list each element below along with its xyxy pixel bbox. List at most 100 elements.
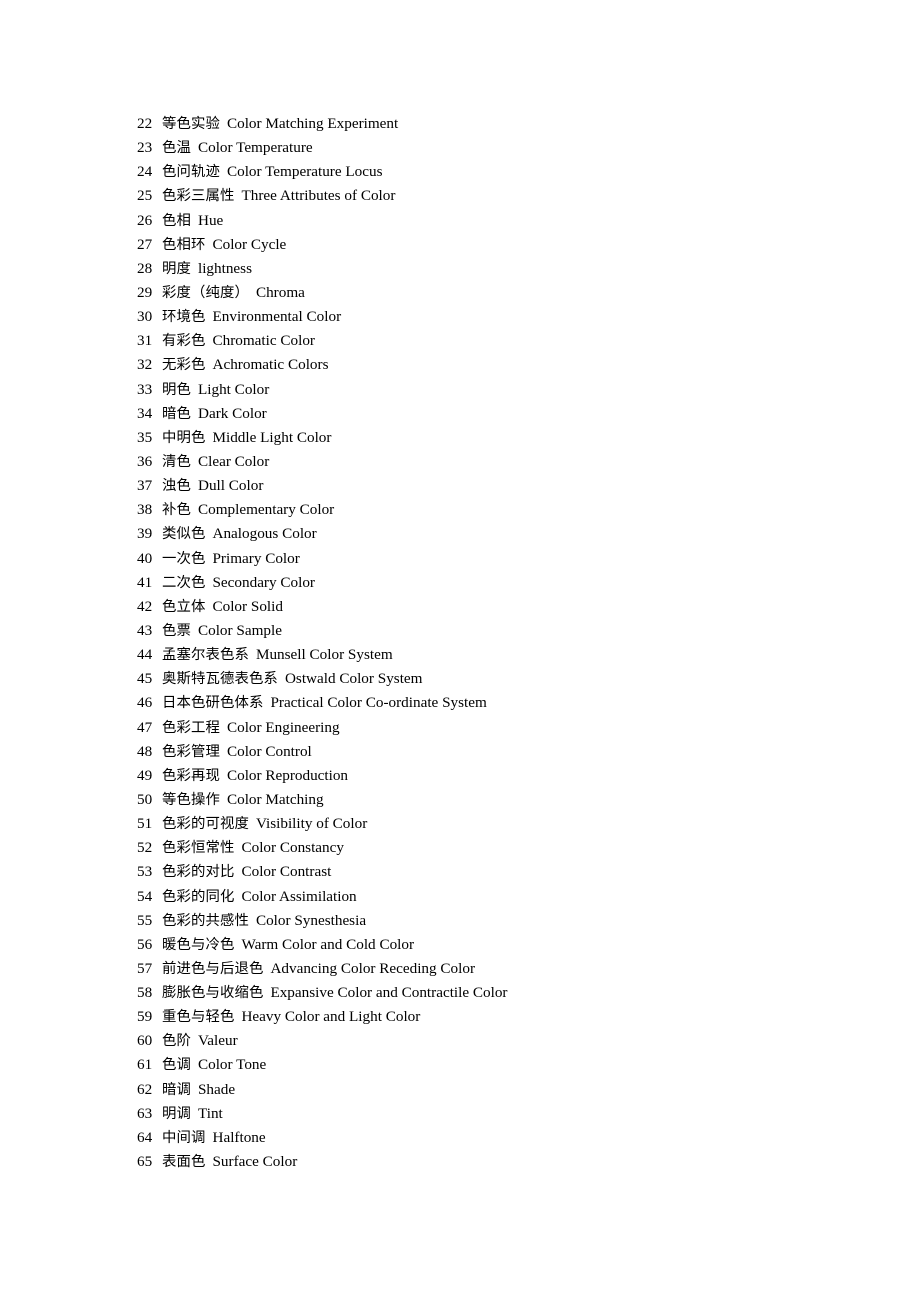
entry-term-chinese: 环境色 bbox=[162, 309, 206, 326]
entry-term-english: Color Contrast bbox=[241, 863, 332, 881]
entry-number: 64 bbox=[137, 1128, 153, 1146]
glossary-entry: 22 等色实验 Color Matching Experiment bbox=[137, 112, 877, 136]
glossary-entry: 62 暗调 Shade bbox=[137, 1078, 877, 1102]
glossary-entry: 52 色彩恒常性 Color Constancy bbox=[137, 836, 877, 860]
glossary-entry: 47 色彩工程 Color Engineering bbox=[137, 716, 877, 740]
entry-term-english: Advancing Color Receding Color bbox=[270, 959, 476, 977]
entry-number: 31 bbox=[137, 332, 153, 350]
entry-number: 43 bbox=[137, 621, 153, 639]
glossary-entry: 32 无彩色 Achromatic Colors bbox=[137, 353, 877, 377]
entry-term-chinese: 一次色 bbox=[162, 550, 206, 567]
entry-term-english: Shade bbox=[197, 1080, 236, 1098]
glossary-entry: 45 奥斯特瓦德表色系 Ostwald Color System bbox=[137, 667, 877, 691]
entry-term-english: Color Cycle bbox=[212, 235, 287, 253]
entry-number: 51 bbox=[137, 815, 153, 833]
glossary-entry: 61 色调 Color Tone bbox=[137, 1053, 877, 1077]
glossary-entry: 56 暖色与冷色 Warm Color and Cold Color bbox=[137, 933, 877, 957]
glossary-entry: 58 膨胀色与收缩色 Expansive Color and Contractile… bbox=[137, 981, 877, 1005]
entry-number: 39 bbox=[137, 525, 153, 543]
entry-number: 30 bbox=[137, 308, 153, 326]
entry-number: 55 bbox=[137, 911, 153, 929]
entry-term-chinese: 类似色 bbox=[162, 526, 206, 543]
entry-number: 26 bbox=[137, 211, 153, 229]
page-header bbox=[0, 0, 920, 112]
glossary-entry: 40 一次色 Primary Color bbox=[137, 547, 877, 571]
glossary-section: 22 等色实验 Color Matching Experiment 23 色温 Color… bbox=[137, 112, 877, 1174]
entry-term-english: Surface Color bbox=[212, 1153, 298, 1171]
entry-term-english: Color Matching Experiment bbox=[226, 115, 399, 132]
glossary-entry: 25 色彩三属性 Three Attributes of Color bbox=[137, 184, 877, 208]
entry-term-chinese: 明度 bbox=[162, 260, 191, 277]
entry-term-english: Chroma bbox=[255, 283, 305, 301]
entry-number: 47 bbox=[137, 718, 153, 736]
entry-number: 38 bbox=[137, 501, 153, 519]
entry-term-chinese: 色问轨迹 bbox=[162, 164, 220, 181]
glossary-entry: 37 浊色 Dull Color bbox=[137, 474, 877, 498]
entry-term-chinese: 前进色与后退色 bbox=[162, 960, 264, 977]
entry-term-chinese: 补色 bbox=[162, 502, 191, 519]
entry-term-english: lightness bbox=[197, 259, 252, 277]
entry-term-chinese: 明色 bbox=[162, 381, 191, 398]
glossary-entry: 57 前进色与后退色 Advancing Color Receding Color bbox=[137, 957, 877, 981]
glossary-entry: 63 明调 Tint bbox=[137, 1102, 877, 1126]
entry-term-chinese: 有彩色 bbox=[162, 333, 206, 350]
entry-term-chinese: 彩度（纯度） bbox=[162, 284, 249, 301]
glossary-entry: 46 日本色研色体系 Practical Color Co-ordinate Sys… bbox=[137, 691, 877, 715]
entry-term-english: Visibility of Color bbox=[255, 815, 368, 833]
entry-term-chinese: 表面色 bbox=[162, 1154, 206, 1171]
glossary-entry: 50 等色操作 Color Matching bbox=[137, 788, 877, 812]
entry-term-chinese: 重色与轻色 bbox=[162, 1009, 235, 1026]
entry-term-english: Heavy Color and Light Color bbox=[241, 1008, 421, 1026]
glossary-entry: 34 暗色 Dark Color bbox=[137, 402, 877, 426]
entry-term-english: Achromatic Colors bbox=[212, 356, 329, 374]
entry-term-chinese: 奥斯特瓦德表色系 bbox=[162, 671, 278, 688]
entry-number: 52 bbox=[137, 839, 153, 857]
entry-term-english: Color Temperature Locus bbox=[226, 163, 383, 181]
entry-term-chinese: 色彩的可视度 bbox=[162, 816, 249, 833]
entry-number: 60 bbox=[137, 1032, 153, 1050]
entry-number: 22 bbox=[137, 115, 153, 132]
document-page: 22 等色实验 Color Matching Experiment 23 色温 Color… bbox=[0, 0, 920, 1302]
entry-number: 48 bbox=[137, 742, 153, 760]
entry-term-chinese: 日本色研色体系 bbox=[162, 695, 264, 712]
entry-number: 59 bbox=[137, 1008, 153, 1026]
glossary-entry: 29 彩度（纯度） Chroma bbox=[137, 281, 877, 305]
entry-term-english: Complementary Color bbox=[197, 501, 335, 519]
entry-term-english: Ostwald Color System bbox=[284, 670, 423, 688]
entry-term-chinese: 无彩色 bbox=[162, 357, 206, 374]
entry-term-english: Expansive Color and Contractile Color bbox=[270, 984, 508, 1002]
entry-term-chinese: 色立体 bbox=[162, 598, 206, 615]
entry-number: 33 bbox=[137, 380, 153, 398]
entry-term-chinese: 色票 bbox=[162, 622, 191, 639]
entry-term-english: Chromatic Color bbox=[212, 332, 315, 350]
entry-term-english: Color Assimilation bbox=[241, 887, 357, 905]
glossary-entry: 44 孟塞尔表色系 Munsell Color System bbox=[137, 643, 877, 667]
entry-number: 56 bbox=[137, 935, 153, 953]
entry-term-english: Tint bbox=[197, 1104, 223, 1122]
entry-term-english: Color Constancy bbox=[241, 839, 344, 857]
entry-number: 32 bbox=[137, 356, 153, 374]
glossary-list: 22 等色实验 Color Matching Experiment 23 色温 Color… bbox=[137, 112, 877, 1174]
glossary-entry: 26 色相 Hue bbox=[137, 209, 877, 233]
entry-term-english: Dark Color bbox=[197, 404, 267, 422]
entry-term-english: Analogous Color bbox=[212, 525, 317, 543]
glossary-entry: 65 表面色 Surface Color bbox=[137, 1150, 877, 1174]
entry-number: 29 bbox=[137, 283, 153, 301]
glossary-entry: 54 色彩的同化 Color Assimilation bbox=[137, 885, 877, 909]
entry-term-english: Environmental Color bbox=[212, 308, 342, 326]
entry-term-chinese: 色彩的对比 bbox=[162, 864, 235, 881]
glossary-entry: 49 色彩再现 Color Reproduction bbox=[137, 764, 877, 788]
entry-term-english: Color Control bbox=[226, 742, 312, 760]
entry-term-chinese: 色温 bbox=[162, 140, 191, 157]
entry-number: 24 bbox=[137, 163, 153, 181]
glossary-entry: 23 色温 Color Temperature bbox=[137, 136, 877, 160]
entry-number: 40 bbox=[137, 549, 153, 567]
glossary-entry: 59 重色与轻色 Heavy Color and Light Color bbox=[137, 1005, 877, 1029]
entry-term-chinese: 色阶 bbox=[162, 1033, 191, 1050]
entry-number: 27 bbox=[137, 235, 153, 253]
entry-number: 34 bbox=[137, 404, 153, 422]
entry-number: 65 bbox=[137, 1153, 153, 1171]
entry-term-english: Color Solid bbox=[212, 597, 283, 615]
entry-term-english: Secondary Color bbox=[212, 573, 315, 591]
entry-term-chinese: 膨胀色与收缩色 bbox=[162, 985, 264, 1002]
